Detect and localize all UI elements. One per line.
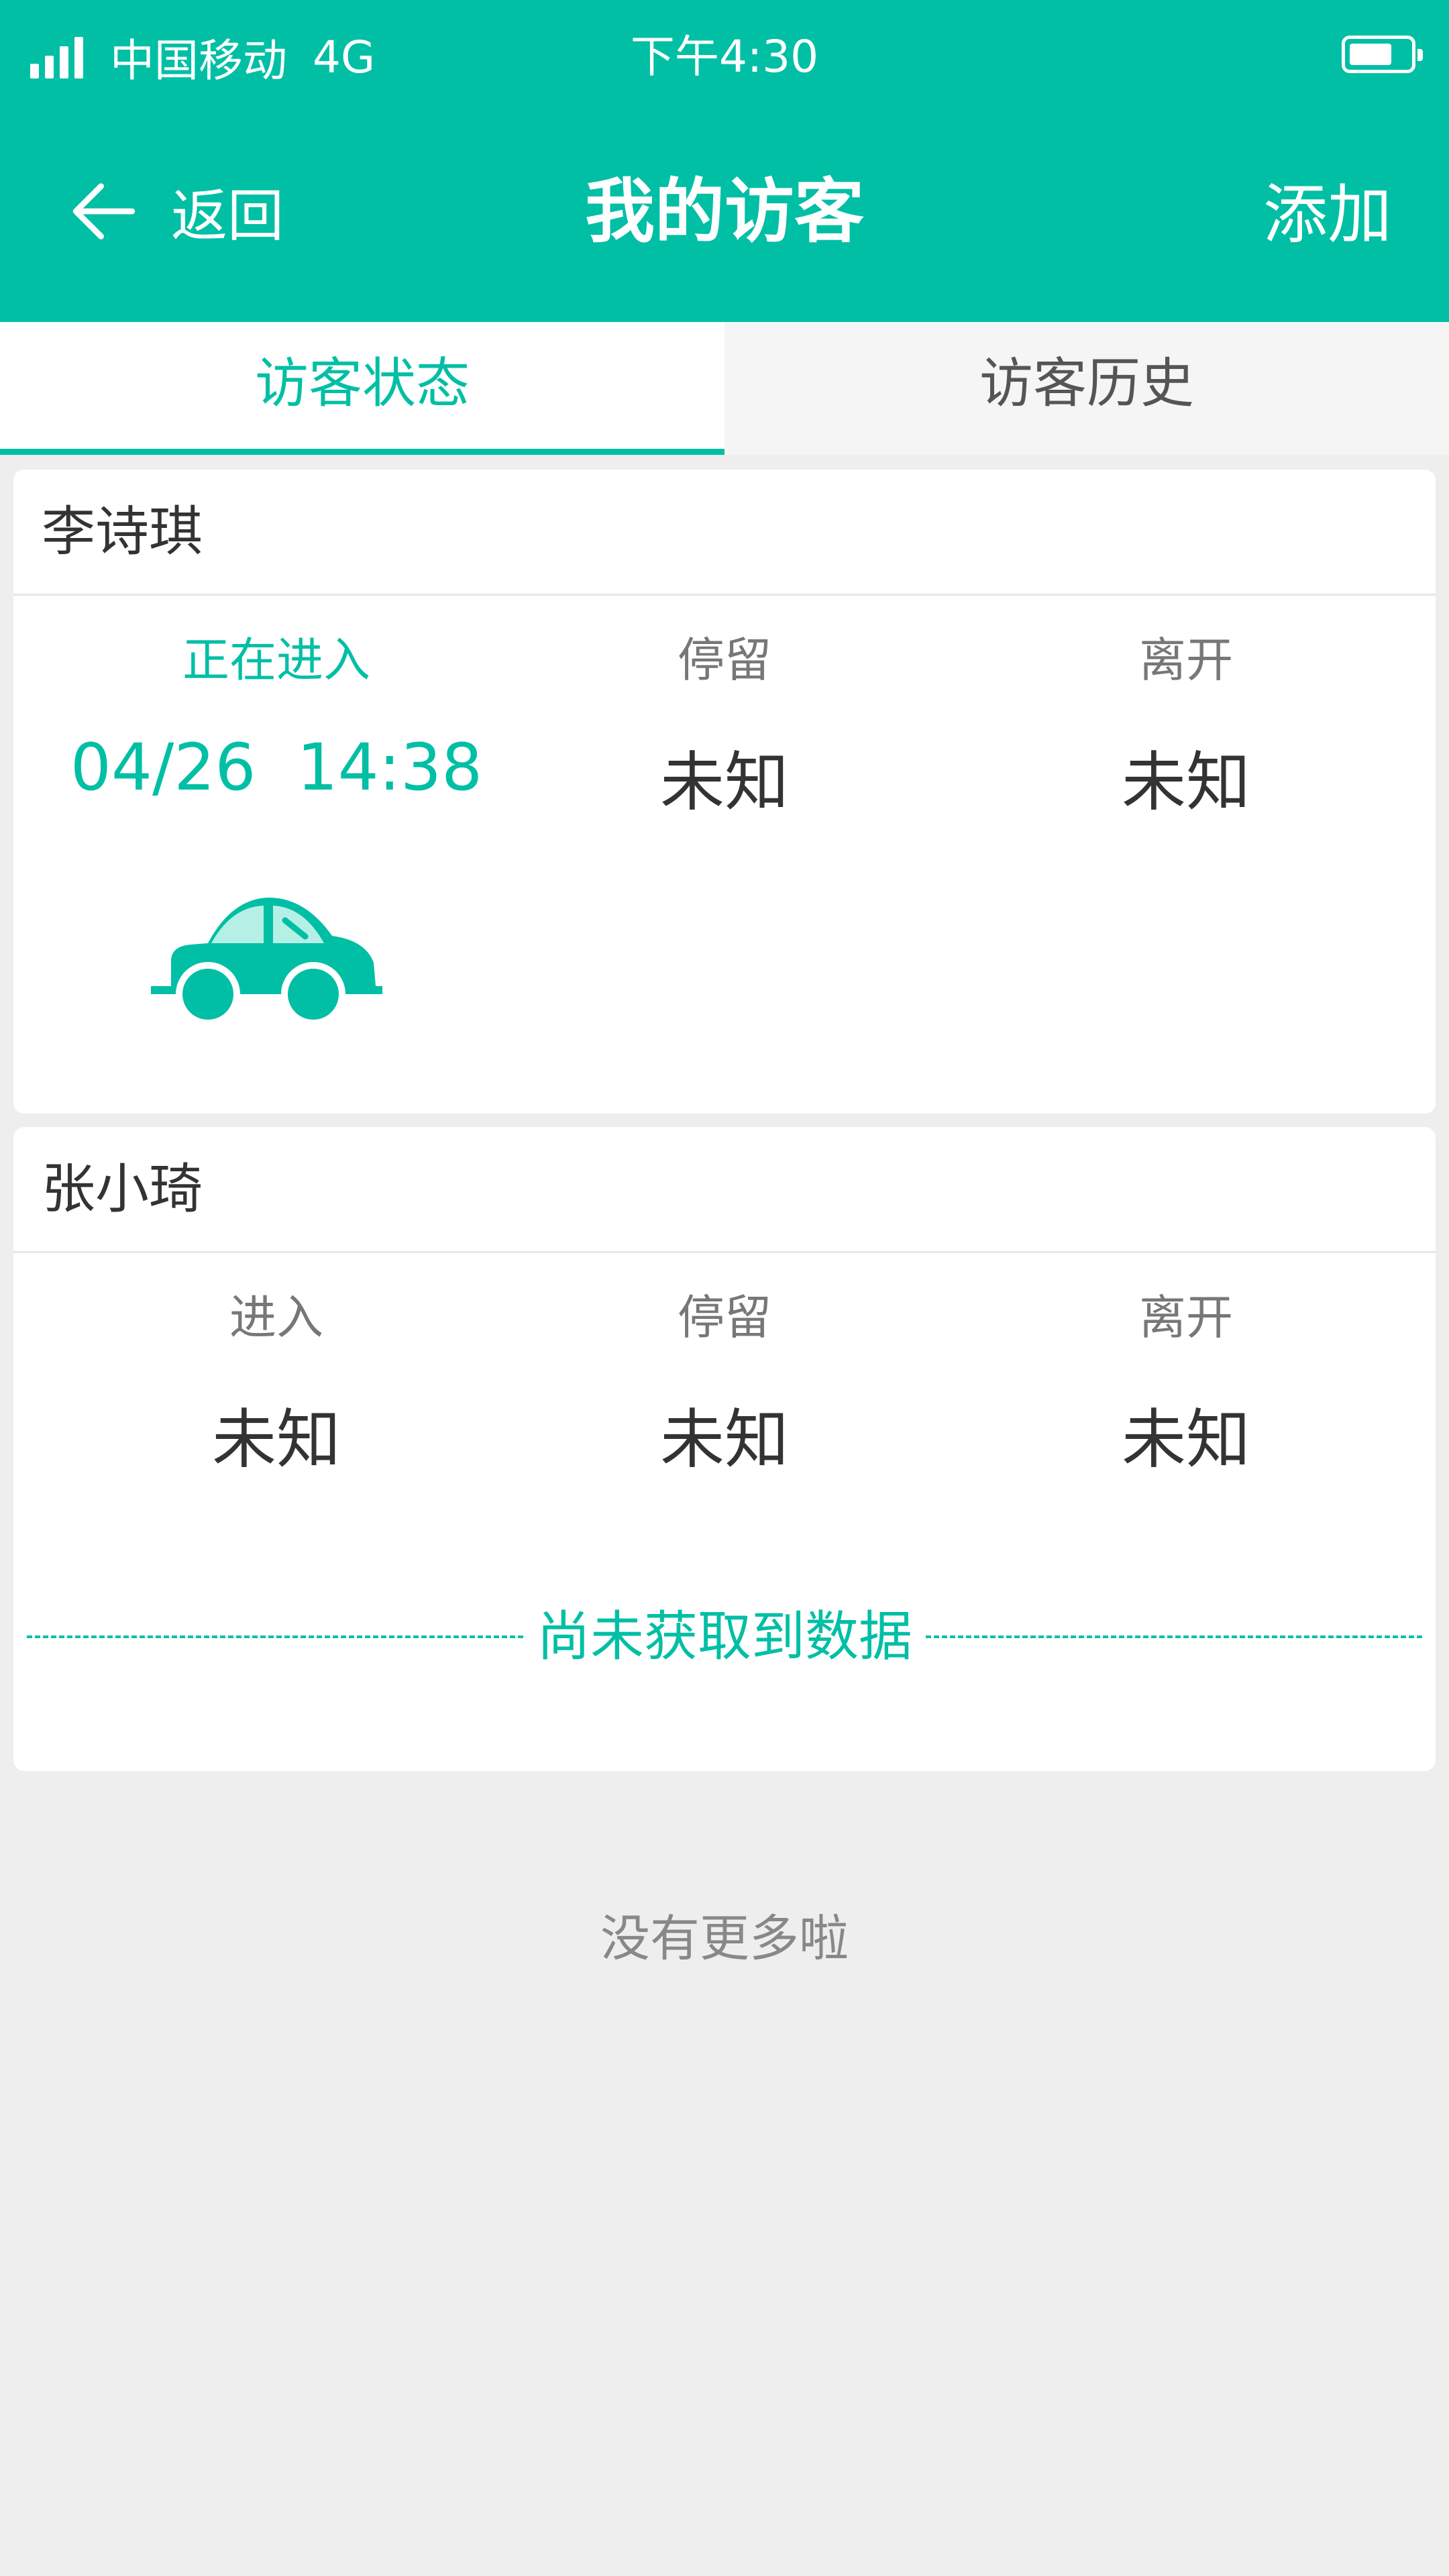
status-bar: 中国移动 4G 下午4:30 (0, 0, 1449, 114)
page-title: 我的访客 (584, 170, 864, 252)
visit-status-row: 进入 未知 停留 未知 离开 未知 (13, 1253, 1436, 1508)
visitor-name: 张小琦 (13, 1127, 1436, 1253)
app-header: 中国移动 4G 下午4:30 返回 我的访客 添加 (0, 0, 1449, 322)
stay-label: 停留 (678, 633, 771, 688)
entry-label: 进入 (229, 1290, 323, 1345)
clock: 下午4:30 (630, 31, 819, 83)
visitor-name: 李诗琪 (13, 470, 1436, 596)
no-more-label: 没有更多啦 (600, 1910, 849, 1968)
empty-state: 尚未获取到数据 (27, 1597, 1422, 1677)
tab-bar: 访客状态 访客历史 (0, 322, 1449, 455)
battery-icon (1342, 36, 1423, 73)
tab-visitor-status[interactable]: 访客状态 (0, 322, 724, 455)
visit-status-row: 正在进入 04/26 14:38 停留 未知 离开 未知 (13, 596, 1436, 851)
visitor-card[interactable]: 张小琦 进入 未知 停留 未知 离开 未知 尚未获取到数据 (13, 1127, 1436, 1771)
stay-label: 停留 (678, 1290, 771, 1345)
leave-label: 离开 (1139, 633, 1233, 688)
car-icon (151, 898, 382, 1026)
leave-value: 未知 (1122, 1402, 1250, 1477)
entry-label: 正在进入 (182, 633, 370, 688)
add-button[interactable]: 添加 (1263, 168, 1392, 262)
entry-time: 04/26 14:38 (70, 730, 483, 805)
stay-value: 未知 (660, 1402, 789, 1477)
leave-label: 离开 (1139, 1290, 1233, 1345)
entry-value: 未知 (212, 1402, 341, 1477)
stay-value: 未知 (660, 745, 789, 820)
tab-visitor-history[interactable]: 访客历史 (724, 322, 1449, 455)
empty-state-text: 尚未获取到数据 (27, 1597, 1422, 1677)
visitor-card[interactable]: 李诗琪 正在进入 04/26 14:38 停留 未知 离开 未知 (13, 470, 1436, 1114)
leave-value: 未知 (1122, 745, 1250, 820)
